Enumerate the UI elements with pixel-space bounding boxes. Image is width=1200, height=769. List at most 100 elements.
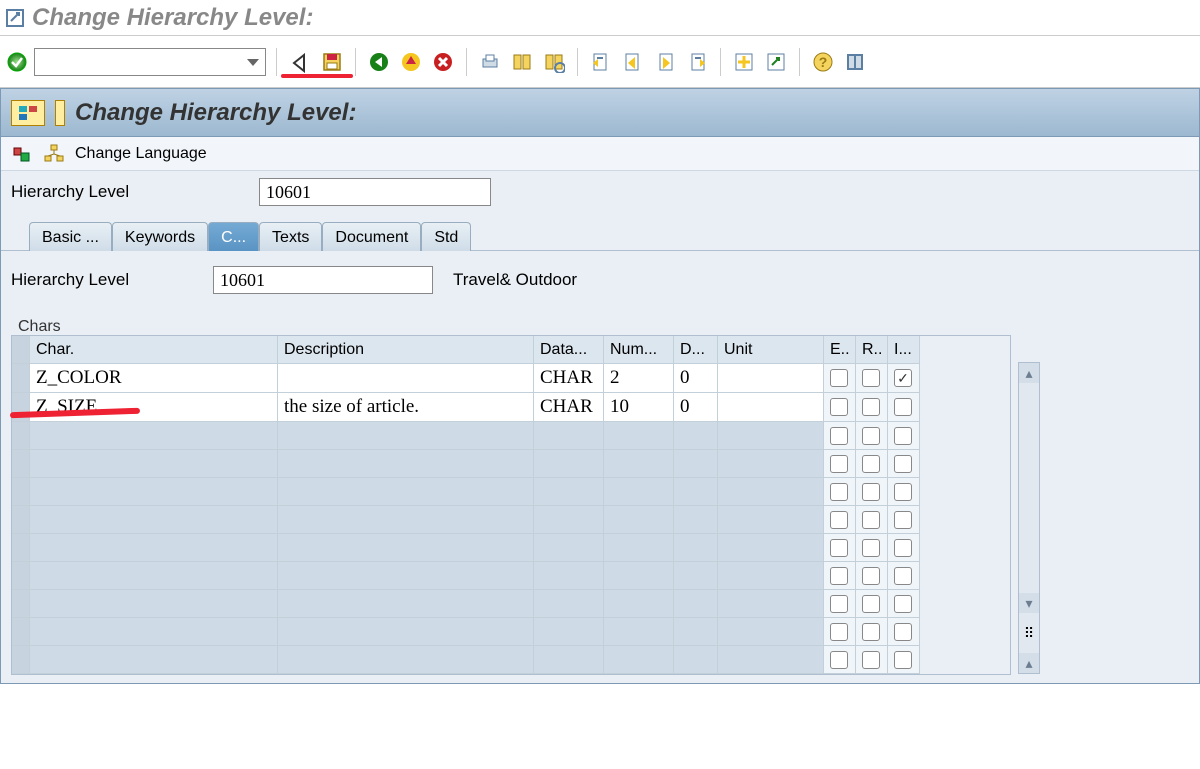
empty-cell[interactable] bbox=[718, 478, 824, 506]
checkbox-empty[interactable] bbox=[830, 511, 848, 529]
chk-cell[interactable] bbox=[824, 393, 856, 422]
empty-cell[interactable] bbox=[30, 562, 278, 590]
checkbox-empty[interactable] bbox=[830, 483, 848, 501]
empty-cell[interactable] bbox=[278, 506, 534, 534]
chk-cell[interactable] bbox=[888, 393, 920, 422]
checkbox-empty[interactable] bbox=[830, 595, 848, 613]
empty-cell[interactable] bbox=[718, 562, 824, 590]
empty-cell[interactable] bbox=[534, 618, 604, 646]
enter-icon[interactable] bbox=[6, 51, 28, 73]
tab-c[interactable]: C... bbox=[208, 222, 259, 251]
empty-cell[interactable] bbox=[718, 534, 824, 562]
prev-page-icon[interactable] bbox=[620, 49, 646, 75]
checkbox-empty[interactable] bbox=[894, 567, 912, 585]
checkbox-empty[interactable] bbox=[862, 483, 880, 501]
checkbox-empty[interactable] bbox=[894, 427, 912, 445]
empty-cell[interactable] bbox=[30, 646, 278, 674]
empty-cell[interactable] bbox=[718, 646, 824, 674]
chk-cell[interactable] bbox=[824, 450, 856, 478]
empty-cell[interactable] bbox=[718, 506, 824, 534]
chk-cell[interactable] bbox=[856, 562, 888, 590]
checkbox-empty[interactable] bbox=[894, 483, 912, 501]
chk-cell[interactable] bbox=[824, 364, 856, 393]
checkbox-empty[interactable] bbox=[862, 427, 880, 445]
chk-cell[interactable] bbox=[888, 478, 920, 506]
chk-cell[interactable] bbox=[888, 364, 920, 393]
checkbox-empty[interactable] bbox=[894, 595, 912, 613]
checkbox-empty[interactable] bbox=[862, 567, 880, 585]
empty-cell[interactable] bbox=[30, 506, 278, 534]
new-session-icon[interactable] bbox=[731, 49, 757, 75]
empty-cell[interactable] bbox=[604, 422, 674, 450]
empty-cell[interactable] bbox=[674, 478, 718, 506]
empty-cell[interactable] bbox=[604, 478, 674, 506]
row-selector[interactable] bbox=[12, 562, 30, 590]
chk-cell[interactable] bbox=[856, 506, 888, 534]
empty-cell[interactable] bbox=[674, 450, 718, 478]
empty-cell[interactable] bbox=[718, 422, 824, 450]
empty-cell[interactable] bbox=[278, 478, 534, 506]
row-selector[interactable] bbox=[12, 364, 30, 393]
command-field[interactable] bbox=[34, 48, 266, 76]
chk-cell[interactable] bbox=[824, 646, 856, 674]
help-icon[interactable]: ? bbox=[810, 49, 836, 75]
chk-cell[interactable] bbox=[824, 534, 856, 562]
tab-std[interactable]: Std bbox=[421, 222, 471, 251]
unit-cell[interactable] bbox=[718, 364, 824, 393]
empty-cell[interactable] bbox=[30, 534, 278, 562]
tab-document[interactable]: Document bbox=[322, 222, 421, 251]
chk-cell[interactable] bbox=[824, 618, 856, 646]
chk-cell[interactable] bbox=[888, 646, 920, 674]
checkbox-empty[interactable] bbox=[894, 651, 912, 669]
checkbox-empty[interactable] bbox=[830, 539, 848, 557]
empty-cell[interactable] bbox=[674, 590, 718, 618]
checkbox-empty[interactable] bbox=[894, 455, 912, 473]
row-selector[interactable] bbox=[12, 506, 30, 534]
empty-cell[interactable] bbox=[674, 534, 718, 562]
window-menu-icon[interactable] bbox=[6, 9, 24, 27]
empty-cell[interactable] bbox=[278, 450, 534, 478]
vertical-scrollbar[interactable]: ▴ ▾ ⠿ ▴ bbox=[1018, 362, 1040, 674]
chk-cell[interactable] bbox=[856, 646, 888, 674]
checkbox-empty[interactable] bbox=[862, 651, 880, 669]
cancel-red-icon[interactable] bbox=[430, 49, 456, 75]
shortcut-icon[interactable] bbox=[763, 49, 789, 75]
empty-cell[interactable] bbox=[30, 450, 278, 478]
data-cell[interactable]: CHAR bbox=[534, 364, 604, 393]
scroll-down-icon[interactable]: ▾ bbox=[1019, 593, 1039, 613]
empty-cell[interactable] bbox=[534, 478, 604, 506]
unit-cell[interactable] bbox=[718, 393, 824, 422]
empty-cell[interactable] bbox=[30, 478, 278, 506]
checkbox-empty[interactable] bbox=[830, 427, 848, 445]
checkbox-empty[interactable] bbox=[830, 567, 848, 585]
empty-cell[interactable] bbox=[278, 562, 534, 590]
tab-basic[interactable]: Basic ... bbox=[29, 222, 112, 251]
empty-cell[interactable] bbox=[604, 646, 674, 674]
empty-cell[interactable] bbox=[604, 506, 674, 534]
empty-cell[interactable] bbox=[534, 450, 604, 478]
scroll-up-icon[interactable]: ▴ bbox=[1019, 363, 1039, 383]
scroll-bottom-icon[interactable]: ▴ bbox=[1019, 653, 1039, 673]
empty-cell[interactable] bbox=[278, 534, 534, 562]
chk-cell[interactable] bbox=[888, 422, 920, 450]
char-cell[interactable]: Z_SIZE bbox=[30, 393, 278, 422]
chk-cell[interactable] bbox=[888, 618, 920, 646]
empty-cell[interactable] bbox=[278, 590, 534, 618]
next-page-icon[interactable] bbox=[652, 49, 678, 75]
chk-cell[interactable] bbox=[824, 506, 856, 534]
char-cell[interactable]: Z_COLOR bbox=[30, 364, 278, 393]
first-page-icon[interactable] bbox=[588, 49, 614, 75]
empty-cell[interactable] bbox=[534, 590, 604, 618]
checkbox-i[interactable] bbox=[894, 369, 912, 387]
checkbox-empty[interactable] bbox=[862, 623, 880, 641]
row-selector[interactable] bbox=[12, 618, 30, 646]
checkbox-empty[interactable] bbox=[862, 595, 880, 613]
chk-cell[interactable] bbox=[888, 562, 920, 590]
chk-cell[interactable] bbox=[856, 478, 888, 506]
empty-cell[interactable] bbox=[604, 450, 674, 478]
row-selector[interactable] bbox=[12, 534, 30, 562]
tab-keywords[interactable]: Keywords bbox=[112, 222, 208, 251]
chk-cell[interactable] bbox=[856, 393, 888, 422]
empty-cell[interactable] bbox=[604, 562, 674, 590]
other-object-icon[interactable] bbox=[11, 143, 33, 165]
